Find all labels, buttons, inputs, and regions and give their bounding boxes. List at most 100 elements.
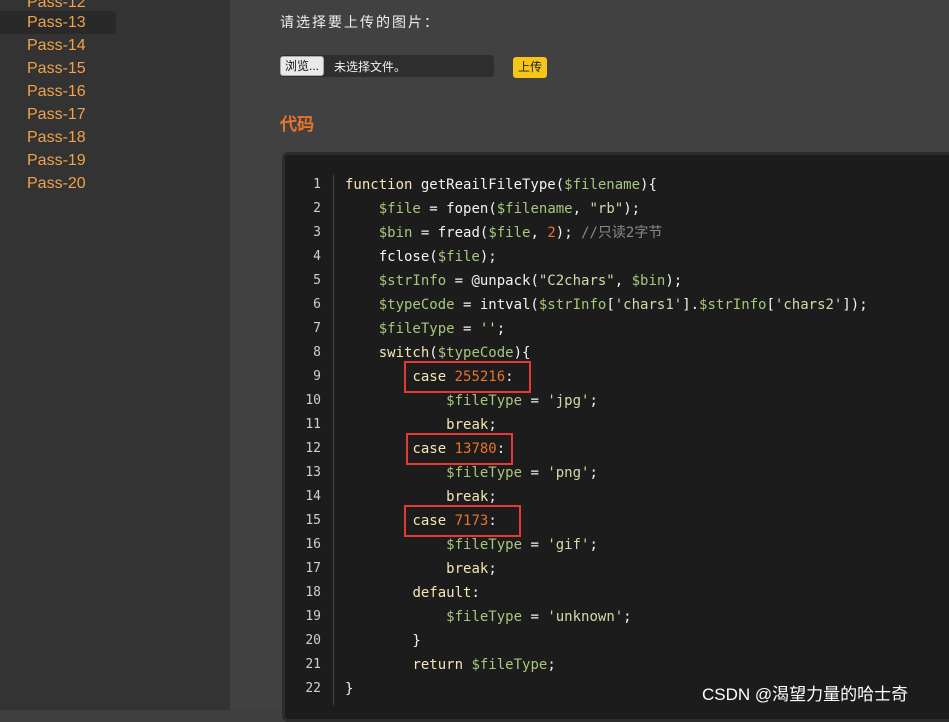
code-token: $file: [488, 225, 531, 241]
sidebar-item-pass-15[interactable]: Pass-15: [0, 57, 116, 80]
code-text: $typeCode = intval($strInfo['chars1'].$s…: [345, 293, 868, 317]
code-token: = @unpack(: [446, 273, 539, 289]
code-token: $filename: [564, 177, 641, 193]
code-text: break;: [345, 557, 497, 581]
code-token: [: [606, 297, 615, 313]
line-number: 11: [305, 417, 321, 432]
code-line: 8 switch($typeCode){: [285, 341, 949, 365]
code-text: $fileType = 'gif';: [345, 533, 598, 557]
code-token: :: [496, 441, 506, 457]
code-line: 11 break;: [285, 413, 949, 437]
code-line: 4 fclose($file);: [285, 245, 949, 269]
code-text: $fileType = '';: [345, 317, 505, 341]
code-token: "rb": [589, 201, 624, 217]
sidebar-item-pass-16[interactable]: Pass-16: [0, 80, 116, 103]
sidebar-item-pass-13[interactable]: Pass-13: [0, 11, 116, 34]
code-token: ;: [589, 537, 598, 553]
code-token: ;: [488, 489, 497, 505]
code-token: (: [429, 345, 438, 361]
code-line: 16 $fileType = 'gif';: [285, 533, 949, 557]
code-line: 18 default:: [285, 581, 949, 605]
code-token: =: [412, 225, 438, 241]
code-text: $bin = fread($file, 2); //只读2字节: [345, 221, 663, 245]
file-input[interactable]: 浏览... 未选择文件。: [280, 55, 494, 77]
code-text: case 255216:: [345, 365, 514, 389]
code-token: $typeCode: [378, 297, 455, 313]
code-token: ;: [496, 321, 506, 337]
code-token: function: [345, 177, 421, 193]
code-line: 2 $file = fopen($filename, "rb");: [285, 197, 949, 221]
code-token: $fileType: [446, 465, 523, 481]
code-line: 21 return $fileType;: [285, 653, 949, 677]
code-token: 'chars1': [614, 297, 683, 313]
code-token: $fileType: [446, 609, 523, 625]
code-text: case 13780:: [345, 437, 505, 461]
code-token: ]);: [842, 297, 868, 313]
code-token: =: [522, 465, 548, 481]
sidebar-item-pass-19[interactable]: Pass-19: [0, 149, 116, 172]
code-token: ;: [488, 417, 497, 433]
code-line: 10 $fileType = 'jpg';: [285, 389, 949, 413]
code-text: function getReailFileType($filename){: [345, 173, 657, 197]
sidebar-item-pass-17[interactable]: Pass-17: [0, 103, 116, 126]
code-text: }: [345, 629, 420, 653]
code-token: $fileType: [446, 393, 523, 409]
code-line: 9 case 255216:: [285, 365, 949, 389]
line-number: 9: [313, 369, 321, 384]
code-token: $strInfo: [378, 273, 447, 289]
line-number: 3: [313, 225, 321, 240]
code-token: "C2chars": [538, 273, 615, 289]
code-token: case: [412, 369, 455, 385]
code-token: getReailFileType(: [420, 177, 565, 193]
line-number: 19: [305, 609, 321, 624]
code-token: =: [522, 609, 548, 625]
code-token: $fileType: [471, 657, 548, 673]
code-line: 5 $strInfo = @unpack("C2chars", $bin);: [285, 269, 949, 293]
code-token: case: [412, 513, 455, 529]
code-token: =: [454, 321, 480, 337]
code-line: 13 $fileType = 'png';: [285, 461, 949, 485]
code-token: 13780: [454, 441, 497, 457]
sidebar: Pass-12 Pass-13 Pass-14 Pass-15 Pass-16 Pass-…: [0, 0, 230, 710]
code-token: $file: [378, 201, 421, 217]
sidebar-item-pass-18[interactable]: Pass-18: [0, 126, 116, 149]
code-line: 1 function getReailFileType($filename){: [285, 173, 949, 197]
code-token: 'chars2': [774, 297, 843, 313]
code-token: $file: [437, 249, 480, 265]
line-number: 2: [313, 201, 321, 216]
code-token: :: [505, 369, 514, 385]
browse-button[interactable]: 浏览...: [280, 56, 325, 76]
code-token: ,: [530, 225, 548, 241]
no-file-selected-text: 未选择文件。: [334, 60, 407, 74]
line-number: 8: [313, 345, 321, 360]
line-number: 21: [305, 657, 321, 672]
sidebar-item-pass-20[interactable]: Pass-20: [0, 172, 116, 195]
code-text: return $fileType;: [345, 653, 555, 677]
code-token: //只读2字节: [581, 225, 663, 241]
sidebar-item-pass-14[interactable]: Pass-14: [0, 34, 116, 57]
code-token: :: [471, 585, 480, 601]
code-token: ;: [623, 609, 632, 625]
code-line: 20 }: [285, 629, 949, 653]
code-token: '': [479, 321, 497, 337]
code-token: ,: [614, 273, 632, 289]
code-token: ;: [488, 561, 497, 577]
code-text: $file = fopen($filename, "rb");: [345, 197, 640, 221]
code-token: 255216: [454, 369, 506, 385]
code-token: $strInfo: [699, 297, 767, 313]
code-token: default: [412, 585, 472, 601]
upload-button[interactable]: 上传: [513, 57, 548, 78]
code-token: break: [446, 561, 489, 577]
code-token: return: [412, 657, 472, 673]
code-text: $fileType = 'unknown';: [345, 605, 632, 629]
code-token: =: [522, 537, 548, 553]
